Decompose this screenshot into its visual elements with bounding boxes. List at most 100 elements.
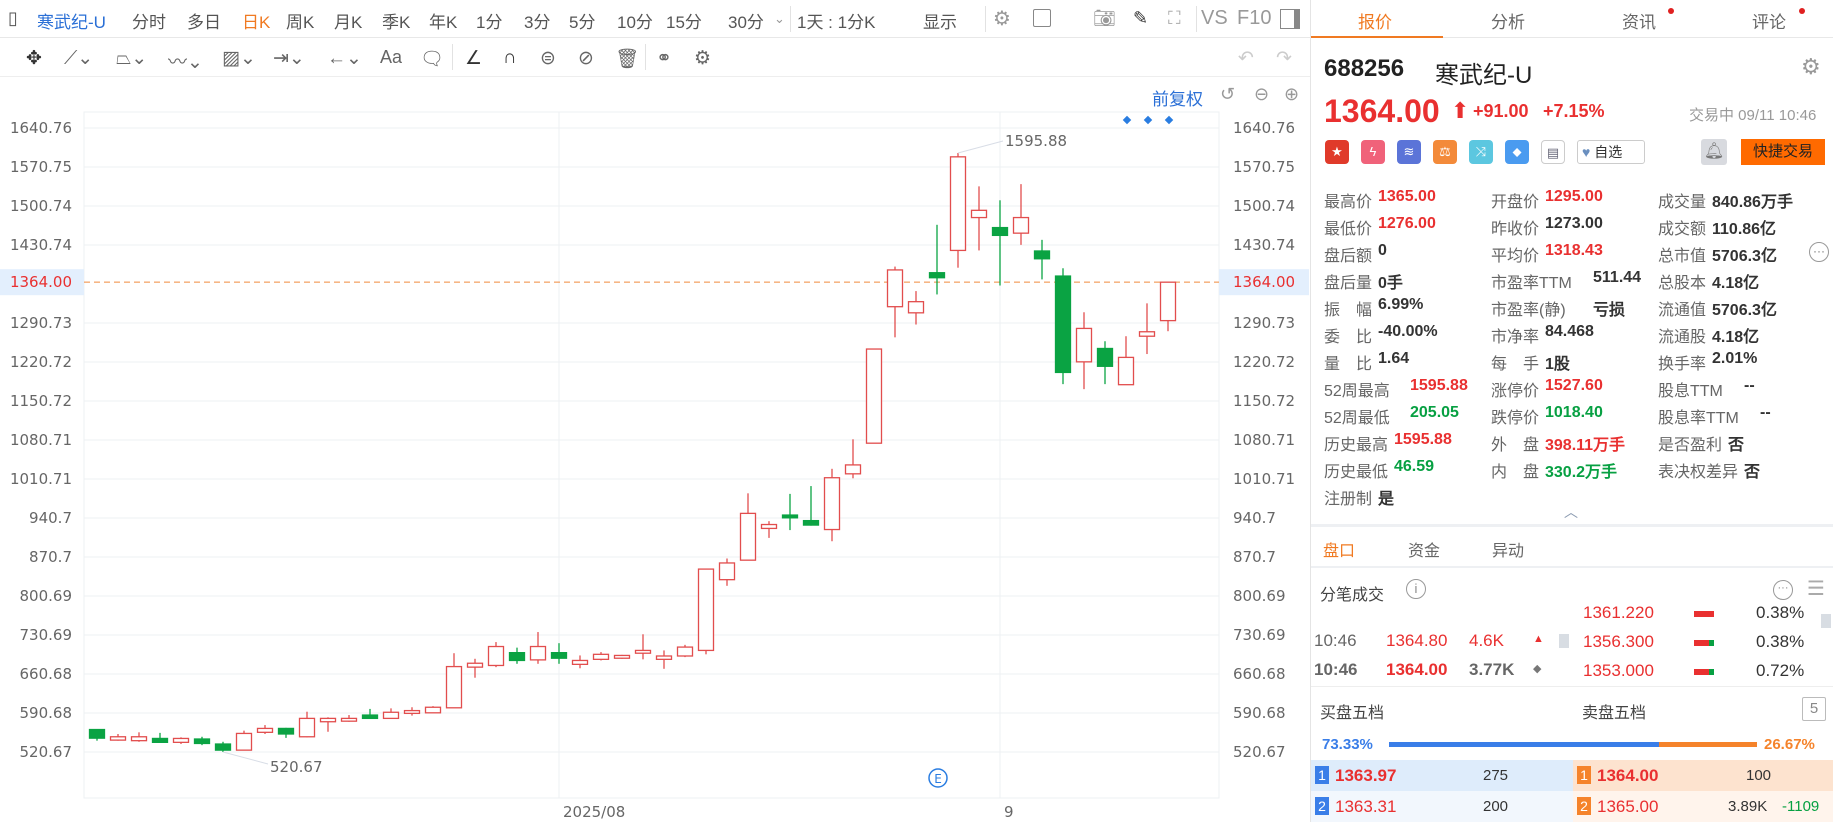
chart-options-dot-icon[interactable] [1143,115,1153,125]
pencil-icon[interactable]: ✎ [1133,8,1148,29]
period-tab[interactable]: 季K [382,8,410,33]
ask-level-row[interactable]: 1 1364.00 100 [1573,760,1833,791]
candle-up[interactable] [718,562,736,581]
subtab-capital[interactable]: 资金 [1408,537,1440,561]
angle-icon[interactable]: ∠ [465,47,482,70]
line-tool-icon[interactable]: ⟋⌄ [64,47,93,70]
adjust-mode-button[interactable]: 前复权 [1152,85,1203,110]
display-menu[interactable]: 显示 [923,8,957,33]
candle-up[interactable] [1012,216,1030,234]
candle-up[interactable] [949,156,967,252]
candle-up[interactable] [1117,356,1135,386]
text-tool[interactable]: Aa [380,47,402,68]
scrollbar[interactable] [1559,634,1569,648]
candle-down[interactable] [193,738,211,745]
period-tab[interactable]: 30分 [728,8,764,33]
candle-up[interactable] [655,655,673,660]
period-tab[interactable]: 多日 [187,8,221,33]
candle-up[interactable] [466,662,484,668]
list-icon[interactable]: ☰ [1807,576,1825,601]
candle-down[interactable] [214,743,232,751]
more-icon[interactable]: ··· [1773,580,1793,600]
scrollbar[interactable] [1821,614,1831,628]
candle-down[interactable] [802,519,820,526]
f10-button[interactable]: F10 [1237,7,1271,30]
levels-button[interactable]: 5 [1802,697,1826,721]
chart-options-dot-icon[interactable] [1164,115,1174,125]
period-tab[interactable]: 日K [242,8,270,33]
candle-up[interactable] [1159,281,1177,322]
candle-up[interactable] [109,736,127,741]
fib-tool-icon[interactable]: ▨⌄ [222,47,256,70]
period-tab[interactable]: 月K [334,8,362,33]
candle-down[interactable] [1096,347,1114,367]
candle-up[interactable] [571,659,589,666]
candle-up[interactable] [424,706,442,714]
candle-down[interactable] [508,652,526,662]
collapse-chevron-icon[interactable]: ︿ [1564,502,1578,522]
candle-up[interactable] [256,727,274,733]
vs-button[interactable]: VS [1201,7,1228,30]
fullscreen-icon[interactable]: ⛶ [1168,8,1181,29]
candle-up[interactable] [760,523,778,530]
tab-quote[interactable]: 报价 [1358,8,1392,33]
more-icon[interactable]: ··· [1809,242,1829,262]
bid-level-row[interactable]: 1 1363.97 275 [1311,760,1573,791]
chevron-down-icon[interactable]: ⌄ [774,11,785,27]
candle-down[interactable] [151,737,169,743]
candle-up[interactable] [298,717,316,738]
candle-up[interactable] [172,737,190,743]
candle-up[interactable] [1138,331,1156,337]
candle-down[interactable] [88,728,106,739]
subtab-orderbook[interactable]: 盘口 [1323,537,1355,561]
candle-up[interactable] [865,348,883,444]
candle-up[interactable] [970,209,988,219]
lock-drawings-icon[interactable]: ⊜ [540,47,556,70]
period-tab[interactable]: 15分 [666,8,702,33]
candle-up[interactable] [130,736,148,742]
candle-up[interactable] [445,665,463,709]
period-tab[interactable]: 年K [429,8,457,33]
subtab-anomaly[interactable]: 异动 [1492,537,1524,561]
tab-analysis[interactable]: 分析 [1491,8,1525,33]
period-tab[interactable]: 1分 [476,8,502,33]
china-flag-icon[interactable]: ★ [1325,140,1349,164]
overlay-icon[interactable]: ⚭ [656,47,672,70]
candle-up[interactable] [382,711,400,720]
draw-settings-icon[interactable]: ⚙ [694,47,711,70]
period-tab[interactable]: 周K [286,8,314,33]
layout-square-icon[interactable] [1033,9,1051,27]
candle-up[interactable] [1075,327,1093,363]
candle-up[interactable] [907,301,925,314]
zoom-in-icon[interactable]: ⊕ [1284,84,1299,105]
candle-down[interactable] [781,514,799,519]
candle-up[interactable] [529,645,547,661]
candle-down[interactable] [928,272,946,279]
settings-gear-icon[interactable]: ⚙ [993,6,1011,31]
settings-gear-icon[interactable]: ⚙ [1801,54,1821,80]
comment-icon[interactable]: 🗨︎ [420,47,444,71]
candle-up[interactable] [634,649,652,654]
camera-icon[interactable]: 📷︎ [1093,8,1116,29]
tab-comments[interactable]: 评论 [1752,8,1786,33]
move-icon[interactable]: ✥ [26,47,42,70]
polyline-tool-icon[interactable]: ⏢⌄ [116,47,147,70]
period-tab[interactable]: 10分 [617,8,653,33]
trash-icon[interactable]: 🗑︎ [615,47,639,71]
candle-up[interactable] [823,477,841,531]
magnet-icon[interactable]: ∩ [503,47,517,69]
alert-bell-icon[interactable]: 🔔︎ [1701,139,1727,165]
measure-tool-icon[interactable]: ⇥⌄ [273,47,305,70]
chart-options-dot-icon[interactable] [1122,115,1132,125]
hide-drawings-icon[interactable]: ⊘ [578,47,594,70]
period-tab[interactable]: 5分 [569,8,595,33]
candle-up[interactable] [319,717,337,723]
shuffle-icon[interactable]: ⤨ [1469,140,1493,164]
info-icon[interactable]: i [1406,579,1426,599]
quick-trade-button[interactable]: 快捷交易 [1741,139,1825,165]
candle-up[interactable] [592,653,610,660]
reset-icon[interactable]: ↺ [1220,84,1235,105]
panel-toggle-icon[interactable]: ▯ [8,8,18,29]
ask-level-row[interactable]: 2 1365.00 3.89K -1109 [1573,791,1833,822]
candle-up[interactable] [235,732,253,751]
